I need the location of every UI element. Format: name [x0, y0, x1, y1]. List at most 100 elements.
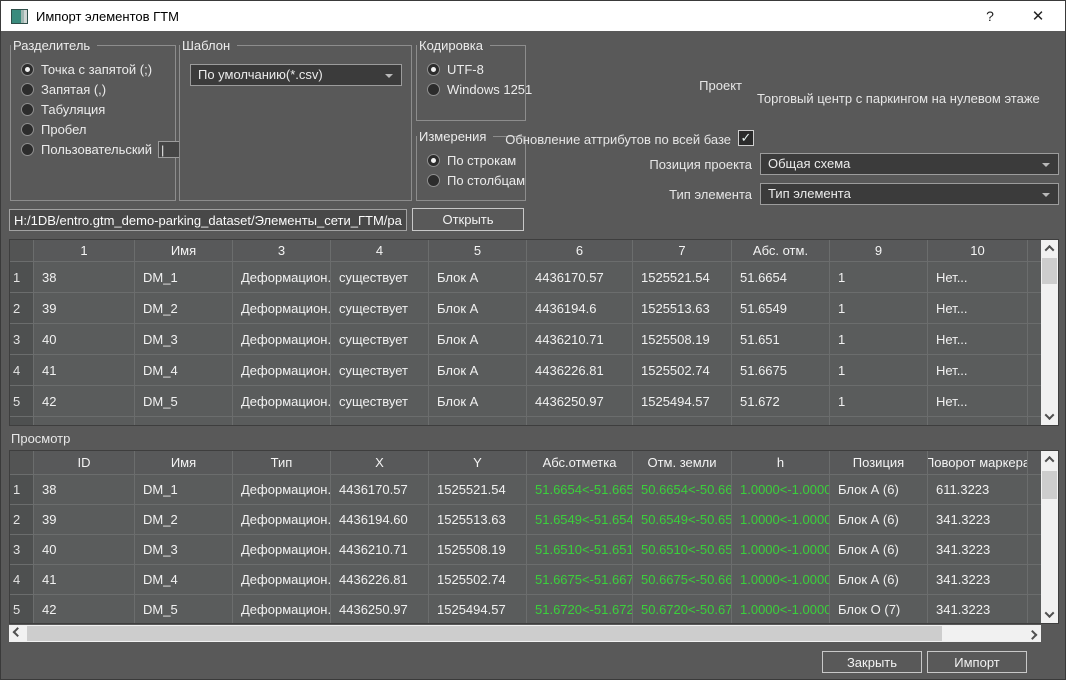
- column-header[interactable]: 4: [331, 240, 429, 262]
- table-cell: Блок А (6): [830, 565, 928, 595]
- table-cell: DM_3: [135, 535, 233, 565]
- template-combobox[interactable]: По умолчанию(*.csv): [190, 64, 402, 86]
- column-header[interactable]: ID: [34, 451, 135, 475]
- radio-option[interactable]: UTF-8: [427, 60, 521, 79]
- column-header[interactable]: 5: [429, 240, 527, 262]
- table-row[interactable]: 340DM_3Деформацион...существуетБлок А443…: [10, 324, 1043, 355]
- radio-label: Запятая (,): [41, 82, 106, 97]
- column-header[interactable]: 3: [233, 240, 331, 262]
- table-cell: DM_2: [135, 505, 233, 535]
- radio-icon[interactable]: [21, 83, 34, 96]
- column-header[interactable]: Тип: [233, 451, 331, 475]
- source-table: 1Имя34567Абс. отм.910138DM_1Деформацион.…: [10, 240, 1043, 426]
- custom-delimiter-input[interactable]: [158, 141, 180, 158]
- table-cell: DM_4: [135, 565, 233, 595]
- column-header[interactable]: 7: [633, 240, 732, 262]
- radio-option[interactable]: По столбцам: [427, 171, 521, 190]
- table-cell: 50.6720<-50.6720: [633, 595, 732, 624]
- radio-label: Точка с запятой (;): [41, 62, 152, 77]
- table-row[interactable]: 340DM_3Деформацион...4436210.711525508.1…: [10, 535, 1043, 565]
- scroll-up-icon[interactable]: [1041, 240, 1058, 257]
- radio-option[interactable]: Пользовательский: [21, 140, 171, 159]
- column-header[interactable]: Поворот маркера: [928, 451, 1028, 475]
- row-number-cell: 4: [10, 355, 34, 386]
- column-header[interactable]: h: [732, 451, 830, 475]
- radio-option[interactable]: Точка с запятой (;): [21, 60, 171, 79]
- title-bar[interactable]: Импорт элементов ГТМ ? ✕: [1, 1, 1065, 31]
- help-button[interactable]: ?: [969, 1, 1011, 31]
- table-row[interactable]: 138DM_1Деформацион...4436170.571525521.5…: [10, 475, 1043, 505]
- column-header[interactable]: Абс.отметка: [527, 451, 633, 475]
- table-cell: DM_2: [135, 293, 233, 324]
- table-cell: Блок А: [429, 355, 527, 386]
- scroll-down-icon[interactable]: [1041, 408, 1058, 425]
- table-cell: 1: [830, 262, 928, 293]
- column-header[interactable]: X: [331, 451, 429, 475]
- radio-icon[interactable]: [427, 83, 440, 96]
- scroll-left-icon[interactable]: [9, 625, 26, 642]
- close-icon[interactable]: ✕: [1017, 1, 1059, 31]
- horizontal-scrollbar[interactable]: [9, 625, 1041, 642]
- scroll-right-icon[interactable]: [1024, 625, 1041, 642]
- scrollbar-thumb[interactable]: [27, 626, 942, 641]
- table-row[interactable]: 542DM_5Деформацион...существуетБлок А443…: [10, 386, 1043, 417]
- radio-option[interactable]: Запятая (,): [21, 80, 171, 99]
- radio-icon[interactable]: [427, 174, 440, 187]
- radio-icon[interactable]: [427, 63, 440, 76]
- column-header[interactable]: 1: [34, 240, 135, 262]
- source-table-vertical-scrollbar[interactable]: [1041, 240, 1058, 425]
- scrollbar-thumb[interactable]: [1042, 471, 1057, 499]
- column-header[interactable]: Имя: [135, 240, 233, 262]
- table-cell: 4436170.57: [331, 475, 429, 505]
- element-type-combobox[interactable]: Тип элемента: [760, 183, 1059, 205]
- radio-icon[interactable]: [21, 143, 34, 156]
- radio-option[interactable]: Табуляция: [21, 100, 171, 119]
- radio-icon[interactable]: [21, 103, 34, 116]
- project-position-label: Позиция проекта: [649, 157, 752, 172]
- radio-label: Пользовательский: [41, 142, 152, 157]
- column-header[interactable]: [10, 451, 34, 475]
- table-cell: DM_4: [135, 355, 233, 386]
- project-position-combobox[interactable]: Общая схема: [760, 153, 1059, 175]
- table-row[interactable]: 643DM_6Деформацион...существуетБлок А443…: [10, 417, 1043, 426]
- table-cell: 4436194.60: [331, 505, 429, 535]
- column-header[interactable]: Отм. земли: [633, 451, 732, 475]
- column-header[interactable]: 9: [830, 240, 928, 262]
- table-cell: 41: [34, 565, 135, 595]
- table-cell: 1525521.54: [429, 475, 527, 505]
- column-header[interactable]: Y: [429, 451, 527, 475]
- table-cell: 51.6510<-51.6510: [527, 535, 633, 565]
- row-number-cell: 6: [10, 417, 34, 426]
- import-button[interactable]: Импорт: [927, 651, 1027, 673]
- radio-option[interactable]: По строкам: [427, 151, 521, 170]
- radio-option[interactable]: Windows 1251: [427, 80, 521, 99]
- radio-option[interactable]: Пробел: [21, 120, 171, 139]
- table-row[interactable]: 542DM_5Деформацион...4436250.971525494.5…: [10, 595, 1043, 624]
- close-button[interactable]: Закрыть: [822, 651, 922, 673]
- column-header[interactable]: Абс. отм.: [732, 240, 830, 262]
- file-path-input[interactable]: [9, 209, 407, 231]
- column-header[interactable]: 6: [527, 240, 633, 262]
- scrollbar-thumb[interactable]: [1042, 258, 1057, 284]
- scroll-down-icon[interactable]: [1041, 606, 1058, 623]
- column-header[interactable]: Имя: [135, 451, 233, 475]
- encoding-groupbox: Кодировка UTF-8Windows 1251: [416, 45, 526, 121]
- table-row[interactable]: 138DM_1Деформацион...существуетБлок А443…: [10, 262, 1043, 293]
- scroll-up-icon[interactable]: [1041, 451, 1058, 468]
- table-row[interactable]: 441DM_4Деформацион...4436226.811525502.7…: [10, 565, 1043, 595]
- table-cell: Блок О (7): [830, 595, 928, 624]
- table-row[interactable]: 239DM_2Деформацион...4436194.601525513.6…: [10, 505, 1043, 535]
- update-attributes-checkbox[interactable]: ✓: [738, 130, 754, 146]
- open-file-button[interactable]: Открыть: [412, 208, 524, 231]
- column-header[interactable]: [10, 240, 34, 262]
- radio-icon[interactable]: [21, 123, 34, 136]
- column-header[interactable]: Позиция: [830, 451, 928, 475]
- column-header[interactable]: 10: [928, 240, 1028, 262]
- table-row[interactable]: 239DM_2Деформацион...существуетБлок А443…: [10, 293, 1043, 324]
- table-cell: Деформацион...: [233, 565, 331, 595]
- table-row[interactable]: 441DM_4Деформацион...существуетБлок А443…: [10, 355, 1043, 386]
- radio-icon[interactable]: [427, 154, 440, 167]
- radio-icon[interactable]: [21, 63, 34, 76]
- preview-table-vertical-scrollbar[interactable]: [1041, 451, 1058, 623]
- table-cell: DM_5: [135, 595, 233, 624]
